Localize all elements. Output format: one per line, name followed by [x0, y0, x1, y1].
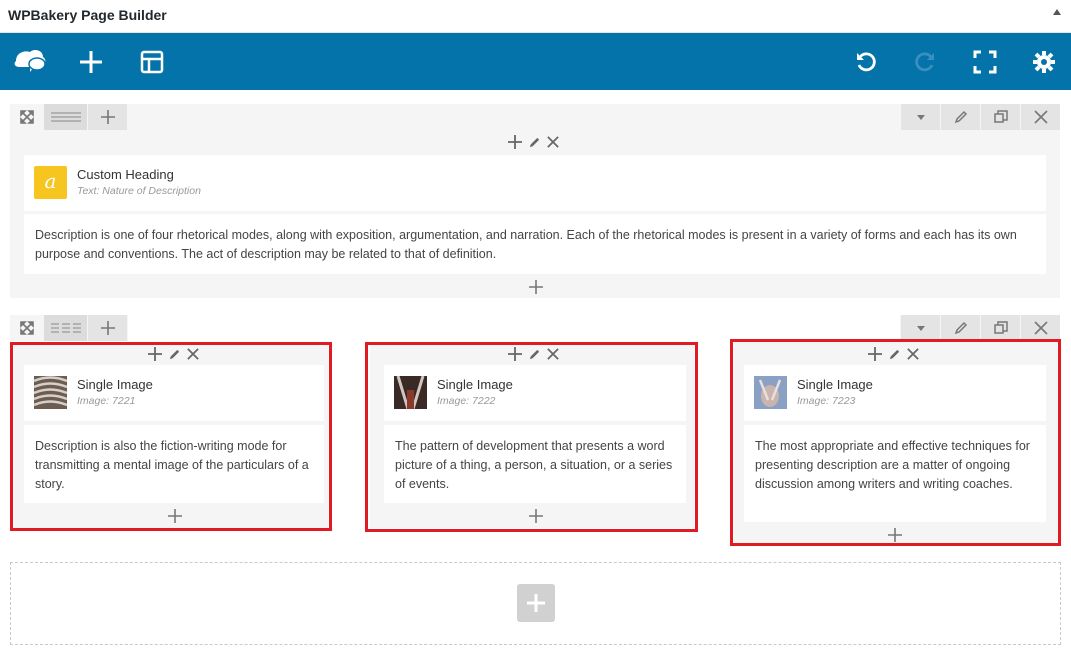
add-element-icon[interactable]: [508, 135, 522, 149]
add-column-button[interactable]: [88, 104, 128, 130]
logo-icon[interactable]: [6, 33, 52, 90]
close-icon: [1033, 110, 1048, 124]
row-controls-right: [900, 315, 1060, 341]
clone-icon: [993, 110, 1008, 123]
move-icon: [19, 110, 34, 124]
row-toggle-button[interactable]: [900, 315, 940, 341]
row-move-handle[interactable]: [10, 315, 44, 341]
fullscreen-icon: [973, 50, 997, 73]
highlight-box: [730, 339, 1061, 546]
fullscreen-button[interactable]: [967, 33, 1003, 90]
element-subtitle: Text: Nature of Description: [77, 185, 201, 197]
highlight-box: [365, 342, 698, 532]
templates-button[interactable]: [133, 33, 171, 90]
row-controls-right: [900, 104, 1060, 130]
gear-icon: [1033, 50, 1055, 73]
row-layout-button[interactable]: [44, 104, 88, 130]
plus-icon: [527, 594, 545, 612]
move-icon: [19, 321, 34, 335]
add-column-button[interactable]: [88, 315, 128, 341]
close-icon: [1033, 321, 1048, 335]
collapse-toggle-icon[interactable]: [1053, 9, 1061, 15]
row-controls-left: [10, 104, 128, 130]
text-block-element[interactable]: Description is one of four rhetorical mo…: [24, 214, 1046, 274]
builder-toolbar: [0, 33, 1071, 90]
undo-icon: [857, 51, 876, 71]
settings-button[interactable]: [1026, 33, 1062, 90]
redo-button[interactable]: [907, 33, 943, 90]
add-row-button[interactable]: [517, 584, 555, 622]
caret-down-icon: [916, 114, 925, 120]
plus-icon: [80, 50, 102, 73]
highlight-box: [10, 342, 332, 531]
row-toggle-button[interactable]: [900, 104, 940, 130]
column-controls: [508, 132, 559, 152]
add-element-button[interactable]: [72, 33, 110, 90]
redo-icon: [915, 51, 934, 71]
templates-icon: [140, 50, 164, 73]
plus-icon: [100, 110, 115, 124]
element-title: Custom Heading: [77, 167, 174, 182]
row-controls-left: [10, 315, 128, 341]
empty-row-placeholder: [10, 562, 1061, 645]
caret-down-icon: [916, 325, 925, 331]
custom-heading-element[interactable]: a Custom Heading Text: Nature of Descrip…: [24, 155, 1046, 211]
row-delete-button[interactable]: [1020, 315, 1060, 341]
row-move-handle[interactable]: [10, 104, 44, 130]
add-element-plus-icon[interactable]: [528, 279, 544, 295]
pencil-icon: [954, 321, 967, 335]
close-icon[interactable]: [547, 136, 559, 148]
custom-heading-icon: a: [34, 166, 67, 199]
plus-icon: [100, 321, 115, 335]
panel-title: WPBakery Page Builder: [8, 7, 167, 23]
layout-thirds-icon: [50, 323, 81, 333]
row-clone-button[interactable]: [980, 104, 1020, 130]
row-clone-button[interactable]: [980, 315, 1020, 341]
layout-single-icon: [50, 112, 81, 122]
row-edit-button[interactable]: [940, 315, 980, 341]
pencil-icon[interactable]: [528, 136, 541, 149]
row-delete-button[interactable]: [1020, 104, 1060, 130]
clone-icon: [993, 321, 1008, 334]
pencil-icon: [954, 110, 967, 124]
undo-button[interactable]: [848, 33, 884, 90]
panel-header: WPBakery Page Builder: [0, 0, 1071, 33]
row-layout-button[interactable]: [44, 315, 88, 341]
row-edit-button[interactable]: [940, 104, 980, 130]
row-1: a Custom Heading Text: Nature of Descrip…: [10, 104, 1060, 298]
